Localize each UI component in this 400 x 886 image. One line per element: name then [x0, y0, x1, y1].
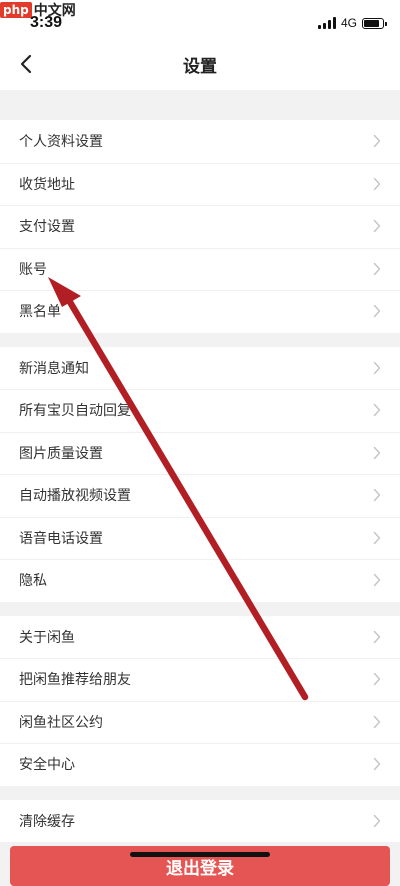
- chevron-right-icon: [372, 446, 382, 460]
- settings-item-profile[interactable]: 个人资料设置: [0, 120, 400, 163]
- chevron-right-icon: [372, 403, 382, 417]
- signal-bars-icon: [317, 17, 336, 29]
- settings-item-account[interactable]: 账号: [0, 247, 400, 291]
- settings-item-clear-cache[interactable]: 清除缓存: [0, 800, 400, 843]
- settings-item-privacy[interactable]: 隐私: [0, 559, 400, 602]
- settings-item-label: 账号: [19, 261, 47, 278]
- settings-item-label: 清除缓存: [19, 813, 75, 830]
- chevron-right-icon: [372, 672, 382, 686]
- chevron-right-icon: [372, 219, 382, 233]
- home-indicator: [130, 852, 270, 857]
- chevron-right-icon: [372, 531, 382, 545]
- settings-item-label: 闲鱼社区公约: [19, 714, 103, 731]
- settings-item-autoplay-video[interactable]: 自动播放视频设置: [0, 474, 400, 517]
- section-gap: [0, 90, 400, 120]
- page-title: 设置: [183, 56, 217, 77]
- settings-item-label: 关于闲鱼: [19, 629, 75, 646]
- settings-item-recommend[interactable]: 把闲鱼推荐给朋友: [0, 658, 400, 701]
- chevron-right-icon: [372, 488, 382, 502]
- status-bar: php 中文网 3:39 4G: [0, 0, 400, 38]
- settings-item-label: 自动播放视频设置: [19, 488, 131, 505]
- chevron-right-icon: [372, 361, 382, 375]
- chevron-right-icon: [372, 262, 382, 276]
- chevron-right-icon: [372, 715, 382, 729]
- section-gap: [0, 332, 400, 347]
- section-gap: [0, 785, 400, 800]
- back-button[interactable]: [12, 50, 40, 78]
- settings-group-cache: 清除缓存: [0, 799, 400, 843]
- settings-item-payment[interactable]: 支付设置: [0, 205, 400, 248]
- settings-group-preferences: 新消息通知 所有宝贝自动回复 图片质量设置 自动播放视频设置 语音电话设置 隐私: [0, 346, 400, 602]
- settings-item-about[interactable]: 关于闲鱼: [0, 616, 400, 659]
- settings-item-label: 支付设置: [19, 219, 75, 236]
- network-type: 4G: [340, 16, 357, 30]
- settings-group-account: 个人资料设置 收货地址 支付设置 账号 黑名单: [0, 120, 400, 333]
- settings-item-label: 收货地址: [19, 176, 75, 193]
- chevron-right-icon: [372, 814, 382, 828]
- watermark-badge: php: [0, 2, 32, 18]
- chevron-right-icon: [372, 304, 382, 318]
- section-gap: [0, 601, 400, 616]
- battery-icon: [362, 17, 387, 29]
- chevron-right-icon: [372, 134, 382, 148]
- settings-item-image-quality[interactable]: 图片质量设置: [0, 431, 400, 475]
- settings-item-auto-reply[interactable]: 所有宝贝自动回复: [0, 389, 400, 432]
- nav-bar: 设置: [0, 38, 400, 90]
- settings-group-about: 关于闲鱼 把闲鱼推荐给朋友 闲鱼社区公约 安全中心: [0, 615, 400, 786]
- settings-item-community-rules[interactable]: 闲鱼社区公约: [0, 700, 400, 744]
- settings-item-security-center[interactable]: 安全中心: [0, 743, 400, 786]
- settings-item-label: 新消息通知: [19, 360, 89, 377]
- settings-item-label: 个人资料设置: [19, 134, 103, 151]
- chevron-right-icon: [372, 177, 382, 191]
- status-time: 3:39: [30, 14, 63, 31]
- settings-item-label: 安全中心: [19, 757, 75, 774]
- chevron-left-icon: [20, 54, 32, 74]
- settings-item-notifications[interactable]: 新消息通知: [0, 347, 400, 390]
- chevron-right-icon: [372, 630, 382, 644]
- settings-item-label: 黑名单: [19, 304, 61, 321]
- chevron-right-icon: [372, 757, 382, 771]
- settings-item-voice-call[interactable]: 语音电话设置: [0, 516, 400, 560]
- settings-item-address[interactable]: 收货地址: [0, 162, 400, 206]
- status-indicators: 4G: [317, 16, 387, 30]
- settings-item-label: 所有宝贝自动回复: [19, 403, 131, 420]
- settings-item-blacklist[interactable]: 黑名单: [0, 290, 400, 333]
- chevron-right-icon: [372, 573, 382, 587]
- settings-item-label: 语音电话设置: [19, 530, 103, 547]
- settings-item-label: 把闲鱼推荐给朋友: [19, 672, 131, 689]
- settings-item-label: 隐私: [19, 573, 47, 590]
- settings-item-label: 图片质量设置: [19, 445, 103, 462]
